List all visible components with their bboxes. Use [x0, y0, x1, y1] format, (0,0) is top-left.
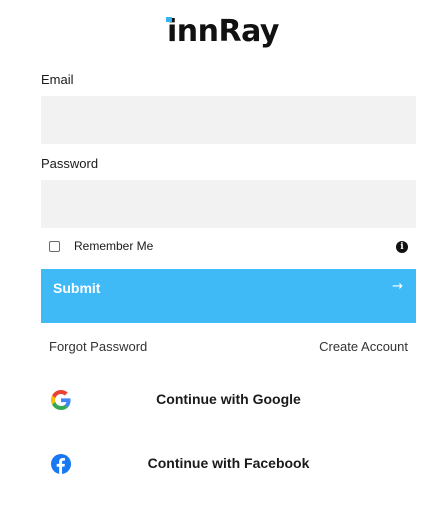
facebook-signin-label: Continue with Facebook	[147, 455, 310, 471]
logo: innRay	[0, 12, 446, 52]
password-label: Password	[41, 156, 99, 171]
google-signin-label: Continue with Google	[156, 391, 301, 407]
remember-me-checkbox[interactable]	[49, 241, 60, 252]
submit-button[interactable]: Submit →	[41, 269, 416, 323]
facebook-signin-button[interactable]: Continue with Facebook	[41, 442, 416, 486]
google-signin-button[interactable]: Continue with Google	[41, 378, 416, 422]
email-label: Email	[41, 72, 74, 87]
arrow-right-icon: →	[392, 279, 403, 294]
submit-label: Submit	[53, 280, 101, 296]
remember-me-label[interactable]: Remember Me	[74, 239, 153, 253]
create-account-link[interactable]: Create Account	[319, 339, 408, 354]
forgot-password-link[interactable]: Forgot Password	[49, 339, 147, 354]
logo-accent-mark	[166, 17, 172, 22]
logo-text: innRay	[167, 14, 279, 49]
email-field[interactable]	[41, 96, 416, 144]
info-icon[interactable]: i	[396, 241, 408, 253]
password-field[interactable]	[41, 180, 416, 228]
login-page: innRay Email Password Remember Me i Subm…	[0, 0, 446, 507]
